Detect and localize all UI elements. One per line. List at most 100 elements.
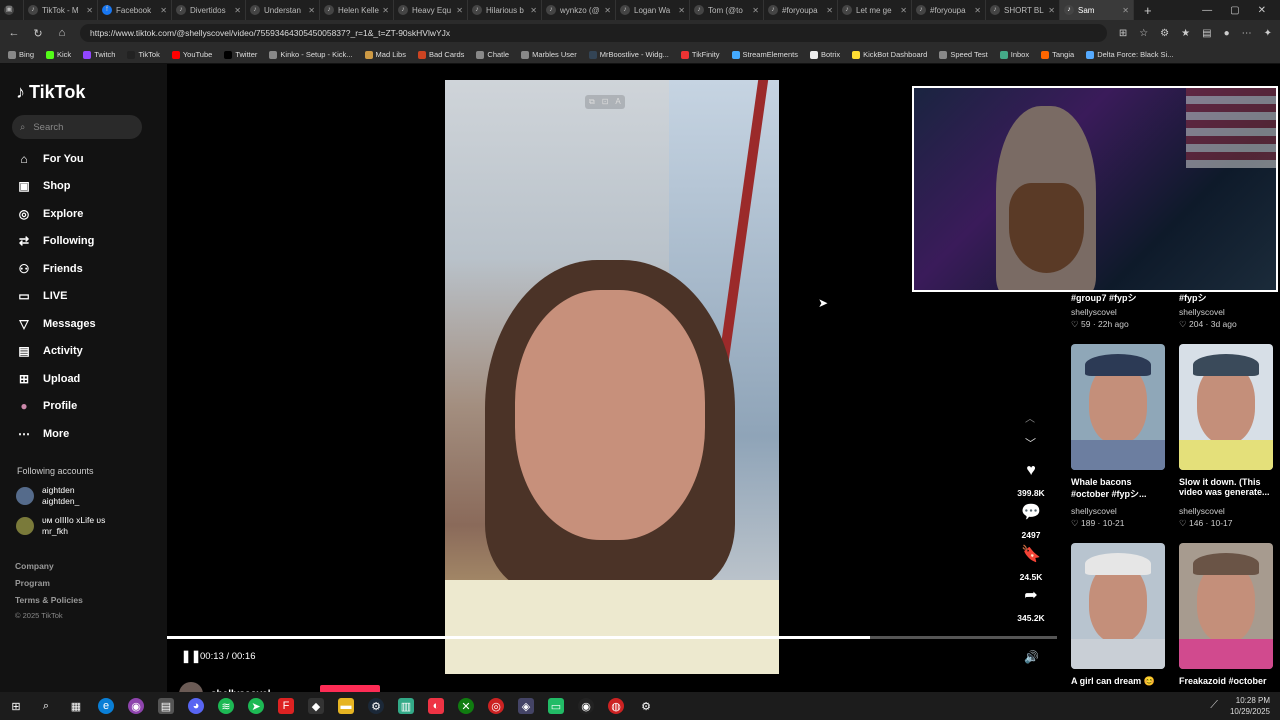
browser-tab[interactable]: f Facebook ✕ bbox=[98, 0, 172, 20]
related-author[interactable]: shellyscovel bbox=[1071, 307, 1117, 317]
close-icon[interactable]: ✕ bbox=[1122, 6, 1129, 15]
bookmark-item[interactable]: Chatle bbox=[476, 50, 509, 59]
save-button[interactable]: 🔖 24.5K bbox=[1011, 544, 1051, 585]
footer-link-terms[interactable]: Terms & Policies bbox=[15, 595, 83, 605]
file-explorer-icon[interactable]: ▬ bbox=[338, 698, 354, 714]
browser-tab[interactable]: ♪ Let me ge ✕ bbox=[838, 0, 912, 20]
comment-button[interactable]: 💬 2497 bbox=[1011, 502, 1051, 543]
menu-dots-icon[interactable]: ⋯ bbox=[1242, 28, 1252, 39]
search-icon[interactable]: ⌕ bbox=[38, 698, 54, 714]
browser-tab[interactable]: ♪ TikTok - M ✕ bbox=[24, 0, 98, 20]
share-button[interactable]: ➦ 345.2K bbox=[1011, 585, 1051, 626]
related-caption[interactable]: #fypシ bbox=[1179, 291, 1207, 304]
related-caption[interactable]: #group7 #fypシ bbox=[1071, 291, 1137, 304]
app-icon[interactable]: ▭ bbox=[548, 698, 564, 714]
video-progress-bar[interactable] bbox=[167, 636, 1057, 639]
chevron-down-icon[interactable]: ﹀ bbox=[1025, 435, 1036, 451]
search-input[interactable]: ⌕ Search bbox=[12, 115, 142, 139]
app-icon[interactable]: ◐ bbox=[428, 698, 444, 714]
xbox-icon[interactable]: ✕ bbox=[458, 698, 474, 714]
close-icon[interactable]: ✕ bbox=[160, 6, 167, 15]
screenshot-icon[interactable]: ⊡ bbox=[602, 97, 609, 107]
home-icon[interactable]: ⌂ bbox=[56, 27, 68, 39]
close-icon[interactable]: ✕ bbox=[604, 6, 611, 15]
close-icon[interactable]: ✕ bbox=[86, 6, 93, 15]
sidebar-item-friends[interactable]: ⚇ Friends bbox=[17, 262, 83, 276]
pip-icon[interactable]: ⧉ bbox=[589, 97, 595, 107]
settings-icon[interactable]: ⚙ bbox=[638, 698, 654, 714]
browser-tab[interactable]: ♪ #foryoupa ✕ bbox=[764, 0, 838, 20]
extensions-icon[interactable]: ⚙ bbox=[1160, 28, 1169, 39]
app-icon[interactable]: ◍ bbox=[608, 698, 624, 714]
translate-icon[interactable]: A bbox=[615, 97, 620, 107]
tiktok-logo[interactable]: ♪ TikTok bbox=[16, 82, 85, 103]
related-caption[interactable]: Whale bacons #october #fypシ... bbox=[1071, 477, 1167, 500]
close-icon[interactable]: ✕ bbox=[752, 6, 759, 15]
close-icon[interactable]: ✕ bbox=[974, 6, 981, 15]
bookmark-item[interactable]: Kick bbox=[46, 50, 71, 59]
related-author[interactable]: shellyscovel bbox=[1179, 307, 1225, 317]
bookmark-item[interactable]: Kinko - Setup - Kick... bbox=[269, 50, 353, 59]
spotify-icon[interactable]: ≋ bbox=[218, 698, 234, 714]
obs-icon[interactable]: ◉ bbox=[578, 698, 594, 714]
video-frame[interactable]: ⧉ ⊡ A bbox=[445, 80, 779, 674]
browser-tab[interactable]: ♪ Logan Wa ✕ bbox=[616, 0, 690, 20]
bookmark-item[interactable]: Speed Test bbox=[939, 50, 988, 59]
close-icon[interactable]: ✕ bbox=[456, 6, 463, 15]
sidebar-item-activity[interactable]: ▤ Activity bbox=[17, 344, 82, 358]
sidebar-item-more[interactable]: ⋯ More bbox=[17, 427, 69, 441]
sidebar-item-following[interactable]: ⇄ Following bbox=[17, 234, 94, 248]
sidebar-item-profile[interactable]: ● Profile bbox=[17, 399, 77, 413]
related-author[interactable]: shellyscovel bbox=[1179, 506, 1225, 516]
related-caption[interactable]: Slow it down. (This video was generate..… bbox=[1179, 477, 1275, 497]
app-icon[interactable]: ▥ bbox=[398, 698, 414, 714]
edge-icon[interactable]: e bbox=[98, 698, 114, 714]
bookmark-item[interactable]: Botrix bbox=[809, 50, 840, 59]
app-icon[interactable]: ▤ bbox=[158, 698, 174, 714]
install-app-icon[interactable]: ⊞ bbox=[1119, 28, 1127, 39]
start-icon[interactable]: ⊞ bbox=[8, 698, 24, 714]
related-thumbnail[interactable] bbox=[1071, 543, 1165, 669]
minimize-button[interactable]: — bbox=[1202, 5, 1212, 16]
app-icon[interactable]: F bbox=[278, 698, 294, 714]
pause-button[interactable]: ❚❚ bbox=[181, 649, 201, 663]
sidebar-item-live[interactable]: ▭ LIVE bbox=[17, 289, 67, 303]
close-icon[interactable]: ✕ bbox=[900, 6, 907, 15]
browser-tab[interactable]: ♪ Heavy Equ ✕ bbox=[394, 0, 468, 20]
browser-tab[interactable]: ♪ Hilarious b ✕ bbox=[468, 0, 542, 20]
sidebar-item-shop[interactable]: ▣ Shop bbox=[17, 179, 70, 193]
chevron-up-icon[interactable]: ︿ bbox=[1025, 410, 1035, 425]
browser-tab[interactable]: ♪ SHORT BL ✕ bbox=[986, 0, 1060, 20]
bookmark-item[interactable]: Twitter bbox=[224, 50, 257, 59]
close-icon[interactable]: ✕ bbox=[530, 6, 537, 15]
browser-tab[interactable]: ♪ #foryoupa ✕ bbox=[912, 0, 986, 20]
following-account[interactable]: aightden aightden_ bbox=[16, 485, 79, 507]
bookmark-item[interactable]: TikFinity bbox=[680, 50, 720, 59]
like-button[interactable]: ♥ 399.8K bbox=[1011, 462, 1051, 501]
steam-icon[interactable]: ⚙ bbox=[368, 698, 384, 714]
browser-tab-active[interactable]: ♪ Sam ✕ bbox=[1060, 0, 1134, 20]
sidebar-item-messages[interactable]: ▽ Messages bbox=[17, 317, 95, 331]
system-clock[interactable]: 10:28 PM 10/29/2025 bbox=[1230, 695, 1270, 717]
bookmark-item[interactable]: Bad Cards bbox=[417, 50, 464, 59]
close-icon[interactable]: ✕ bbox=[308, 6, 315, 15]
app-icon[interactable]: ➤ bbox=[248, 698, 264, 714]
avatar[interactable]: ● bbox=[1224, 28, 1230, 39]
browser-tab[interactable]: ♪ Understan ✕ bbox=[246, 0, 320, 20]
new-tab-button[interactable]: + bbox=[1134, 3, 1162, 18]
following-account[interactable]: ᴜᴍ oIIIIo xLife ᴜs mr_fkh bbox=[16, 515, 105, 537]
volume-icon[interactable]: 🔊 bbox=[1024, 650, 1039, 664]
chrome-icon[interactable]: ◉ bbox=[128, 698, 144, 714]
bookmark-item[interactable]: Mad Libs bbox=[364, 50, 406, 59]
sidebar-item-explore[interactable]: ◎ Explore bbox=[17, 207, 84, 221]
bookmark-item[interactable]: Tangia bbox=[1041, 50, 1074, 59]
browser-tab[interactable]: ♪ Helen Kelle ✕ bbox=[320, 0, 394, 20]
bookmark-item[interactable]: Delta Force: Black Si... bbox=[1086, 50, 1173, 59]
task-view-icon[interactable]: ▦ bbox=[68, 698, 84, 714]
bookmark-star-icon[interactable]: ☆ bbox=[1139, 28, 1148, 39]
footer-link-program[interactable]: Program bbox=[15, 578, 50, 588]
tab-tiktok[interactable]: ▣ bbox=[0, 0, 24, 20]
close-icon[interactable]: ✕ bbox=[678, 6, 685, 15]
sidebar-item-for-you[interactable]: ⌂ For You bbox=[17, 152, 83, 166]
app-icon[interactable]: ◎ bbox=[488, 698, 504, 714]
